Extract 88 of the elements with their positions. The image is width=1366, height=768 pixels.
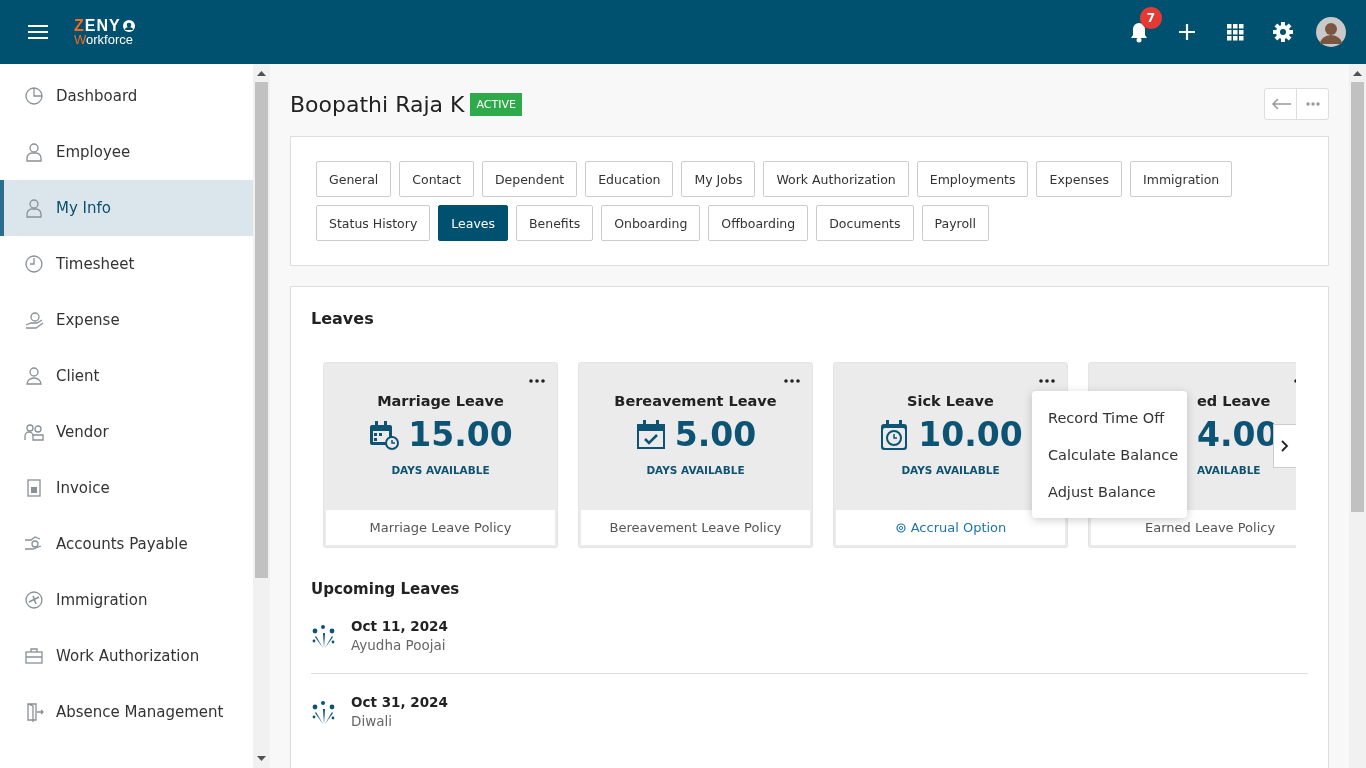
scroll-down-icon[interactable]	[257, 756, 266, 762]
days-label: DAYS AVAILABLE	[646, 464, 745, 476]
fireworks-icon	[311, 698, 337, 725]
days-count: 5.00	[674, 415, 757, 454]
clock-icon	[24, 254, 44, 274]
next-button[interactable]	[1273, 424, 1296, 468]
sidebar-item[interactable]: Invoice	[0, 460, 253, 516]
policy-name: Marriage Leave Policy	[369, 520, 512, 535]
user-icon	[24, 366, 44, 386]
scrollbar[interactable]	[253, 64, 270, 768]
days-count: 15.00	[408, 415, 513, 454]
tab[interactable]: Immigration	[1130, 161, 1233, 197]
sidebar-item[interactable]: Absence Management	[0, 684, 253, 740]
menu-item[interactable]: Record Time Off	[1032, 399, 1187, 436]
plus-icon[interactable]	[1176, 21, 1198, 43]
menu-icon[interactable]	[28, 24, 50, 40]
more-icon[interactable]	[784, 379, 800, 383]
logo-subtext: Workforce	[74, 32, 134, 46]
leave-type: ed Leave	[1197, 393, 1271, 409]
scroll-up-icon[interactable]	[257, 70, 266, 76]
tab[interactable]: Leaves	[438, 205, 508, 241]
sidebar-item[interactable]: Immigration	[0, 572, 253, 628]
sidebar-item[interactable]: Employee	[0, 124, 253, 180]
sidebar-item[interactable]: Accounts Payable	[0, 516, 253, 572]
chevron-right-icon	[1281, 440, 1289, 452]
tab[interactable]: Benefits	[516, 205, 594, 241]
accrual-link[interactable]: Accrual Option	[910, 520, 1007, 535]
leave-date: Oct 31, 2024	[351, 694, 448, 710]
tab[interactable]: Contact	[399, 161, 474, 197]
days-count: 10.00	[918, 415, 1023, 454]
more-icon[interactable]	[1039, 379, 1055, 383]
tab[interactable]: Status History	[316, 205, 431, 241]
tab[interactable]: Education	[585, 161, 674, 197]
sidebar-item[interactable]: Client	[0, 348, 253, 404]
calendar-check-icon	[634, 418, 667, 451]
sidebar-item[interactable]: Dashboard	[0, 68, 253, 124]
avatar[interactable]	[1316, 17, 1346, 47]
status-badge: ACTIVE	[470, 92, 522, 116]
tab[interactable]: Offboarding	[708, 205, 809, 241]
days-label: DAYS AVAILABLE	[391, 464, 490, 476]
person-icon	[24, 198, 44, 218]
leave-type: Bereavement Leave	[614, 393, 777, 409]
sidebar-item[interactable]: My Info	[0, 180, 253, 236]
days-label: DAYS AVAILABLE	[901, 464, 1000, 476]
tab[interactable]: Onboarding	[601, 205, 701, 241]
bell-icon[interactable]	[1128, 21, 1150, 43]
sidebar-item[interactable]: Vendor	[0, 404, 253, 460]
doc-icon	[24, 478, 44, 498]
tab[interactable]: General	[316, 161, 392, 197]
employee-name: Boopathi Raja K	[290, 91, 465, 117]
policy-name: Earned Leave Policy	[1145, 520, 1276, 535]
section-title: Upcoming Leaves	[311, 580, 461, 598]
case-icon	[24, 646, 44, 666]
tab[interactable]: Documents	[816, 205, 914, 241]
people-icon	[24, 422, 44, 442]
sidebar-item[interactable]: Work Authorization	[0, 628, 253, 684]
fireworks-icon	[311, 622, 337, 649]
sidebar-item[interactable]: Expense	[0, 292, 253, 348]
person-icon	[24, 142, 44, 162]
tab[interactable]: Payroll	[921, 205, 989, 241]
holiday-name: Diwali	[351, 713, 393, 729]
leave-type: Sick Leave	[907, 393, 994, 409]
logo-mark-icon	[121, 18, 136, 33]
notification-badge: 7	[1140, 7, 1162, 29]
tab[interactable]: Dependent	[481, 161, 578, 197]
apps-grid-icon[interactable]	[1224, 21, 1246, 43]
door-icon	[24, 702, 44, 722]
tab[interactable]: Expenses	[1036, 161, 1123, 197]
sidebar-item[interactable]: Timesheet	[0, 236, 253, 292]
holiday-name: Ayudha Poojai	[351, 637, 447, 653]
leave-type: Marriage Leave	[377, 393, 504, 409]
policy-name: Bereavement Leave Policy	[609, 520, 782, 535]
more-icon	[1305, 102, 1320, 106]
menu-item[interactable]: Calculate Balance	[1032, 436, 1187, 473]
days-label: AVAILABLE	[1197, 464, 1261, 476]
pie-icon	[24, 86, 44, 106]
more-icon[interactable]	[529, 379, 545, 383]
arrow-left-icon	[1270, 98, 1291, 110]
scrollbar[interactable]	[1349, 64, 1366, 768]
section-title: Leaves	[311, 309, 375, 328]
menu-item[interactable]: Adjust Balance	[1032, 473, 1187, 510]
logo-text: ZENY	[74, 19, 121, 32]
tab[interactable]: My Jobs	[681, 161, 756, 197]
tab[interactable]: Work Authorization	[763, 161, 909, 197]
calendar-clock-icon	[368, 418, 401, 451]
leave-date: Oct 11, 2024	[351, 618, 448, 634]
scroll-up-icon[interactable]	[1353, 70, 1362, 76]
tab[interactable]: Employments	[916, 161, 1029, 197]
